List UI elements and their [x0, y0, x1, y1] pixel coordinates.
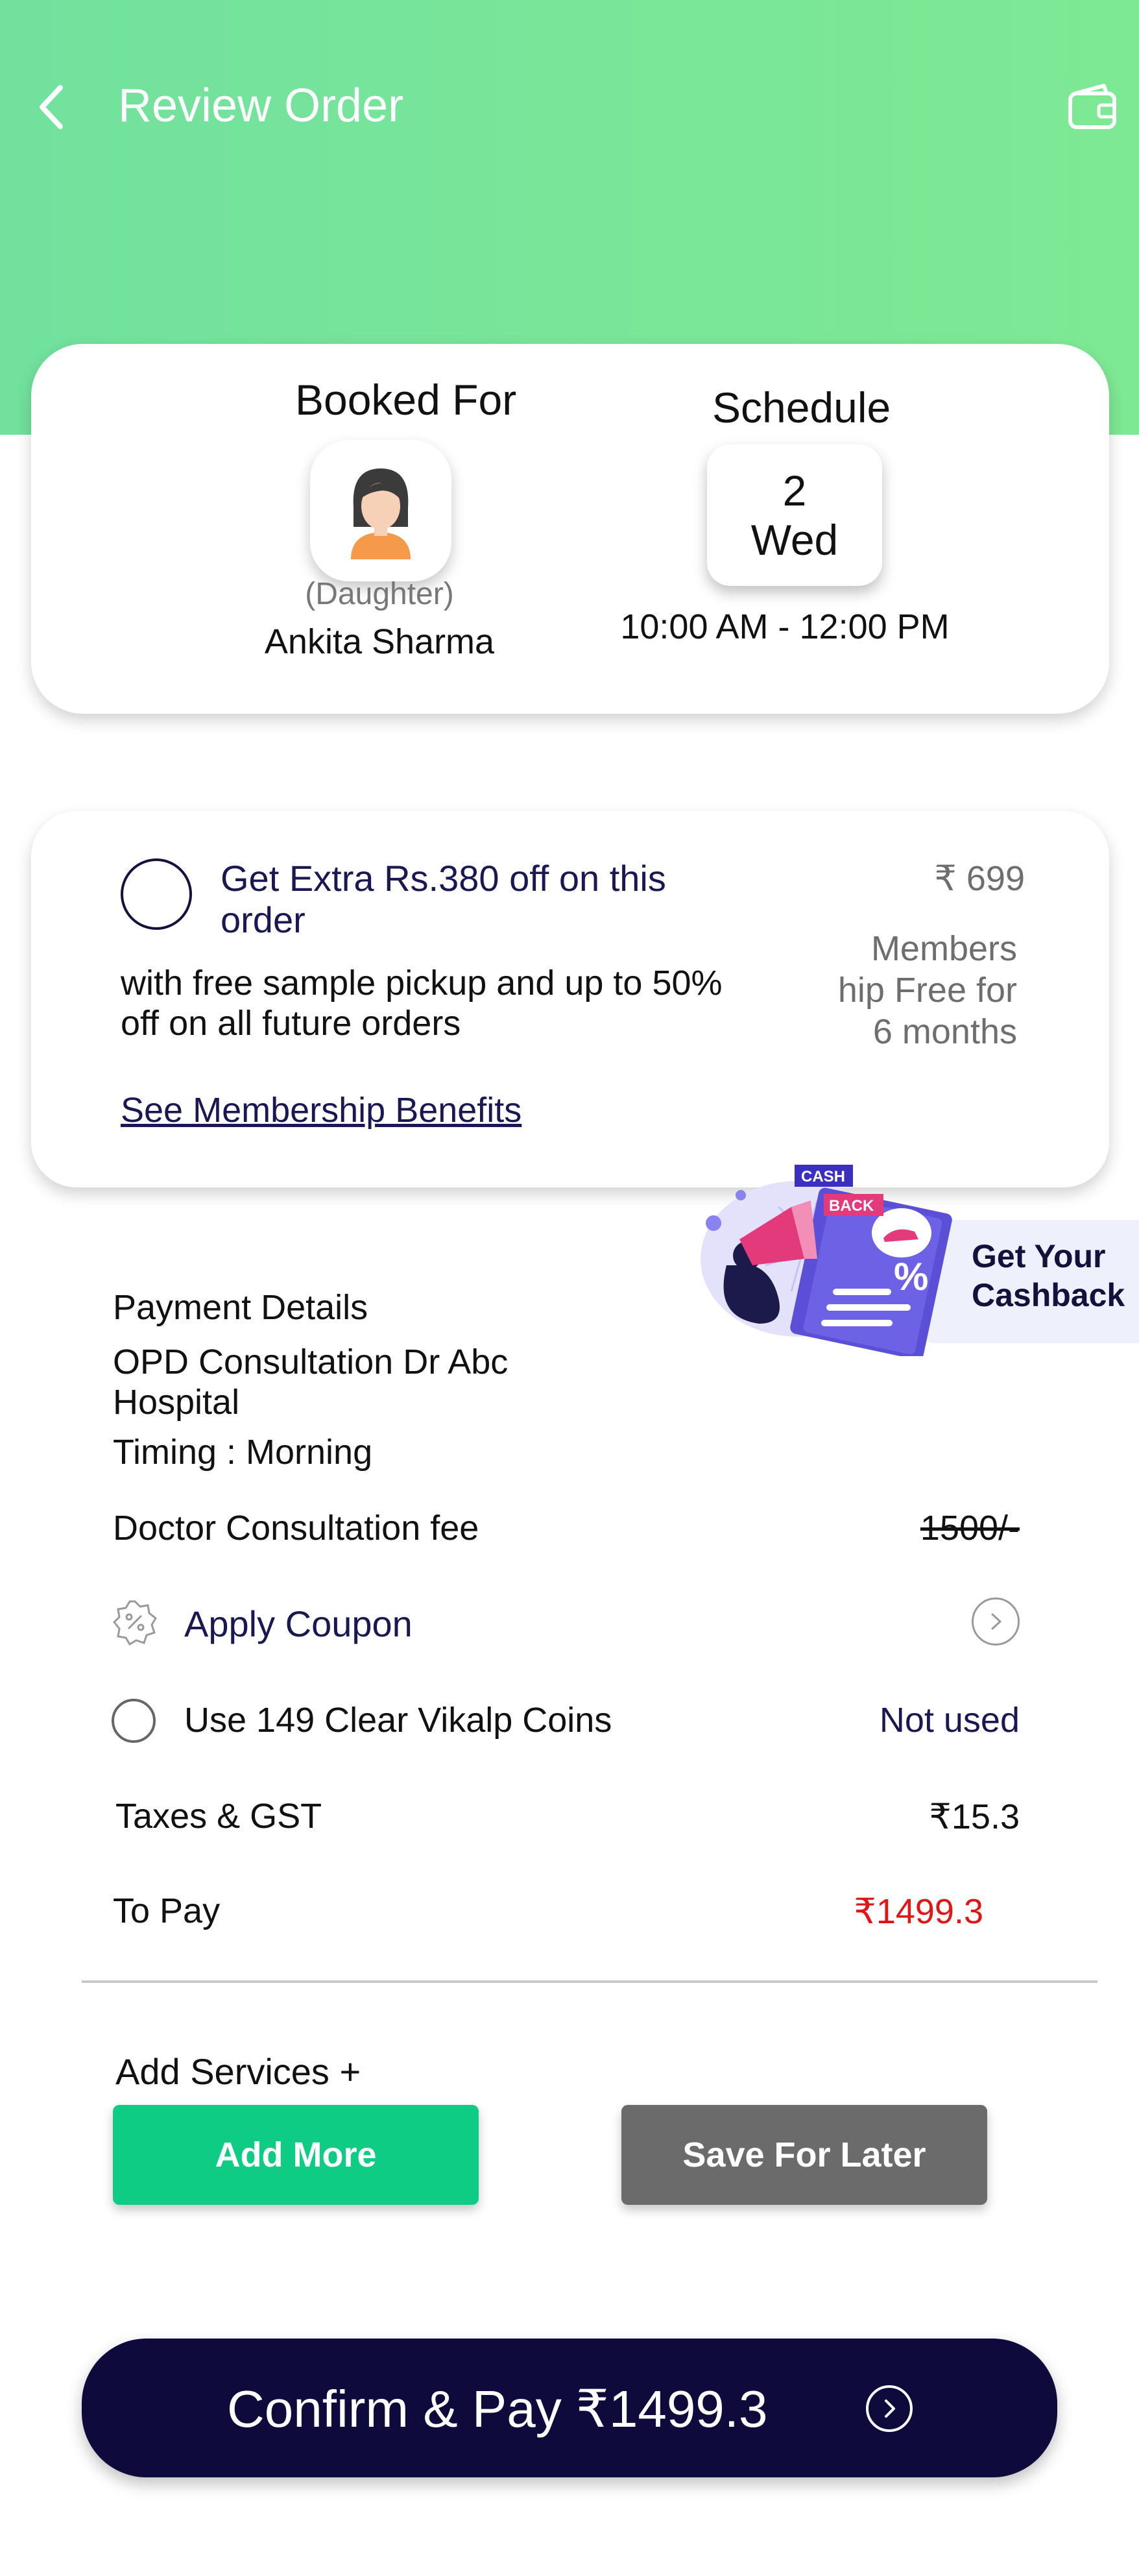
- divider: [82, 1980, 1097, 1983]
- membership-note-line: 6 months: [872, 1012, 1017, 1051]
- apply-coupon-arrow-button[interactable]: [972, 1598, 1020, 1646]
- payment-details-label: Payment Details: [113, 1288, 368, 1327]
- schedule-time-range: 10:00 AM - 12:00 PM: [620, 607, 950, 646]
- membership-note: Members hip Free for 6 months: [822, 928, 1017, 1052]
- membership-benefits-link[interactable]: See Membership Benefits: [121, 1090, 522, 1130]
- save-for-later-button[interactable]: Save For Later: [621, 2105, 987, 2205]
- taxes-value: ₹15.3: [929, 1797, 1020, 1836]
- patient-name: Ankita Sharma: [264, 622, 495, 661]
- cashback-text[interactable]: Get Your Cashback: [972, 1237, 1125, 1315]
- chevron-right-icon: [991, 1613, 1001, 1630]
- schedule-label: Schedule: [712, 383, 891, 431]
- cashback-line: Get Your: [972, 1238, 1106, 1274]
- confirm-arrow-icon[interactable]: [866, 2385, 913, 2432]
- apply-coupon-button[interactable]: Apply Coupon: [184, 1603, 413, 1645]
- to-pay-value: ₹1499.3: [854, 1892, 983, 1931]
- membership-radio[interactable]: [121, 858, 192, 930]
- membership-offer-description: with free sample pickup and up to 50% of…: [121, 964, 723, 1043]
- booking-card: [31, 344, 1109, 714]
- membership-offer-title: Get Extra Rs.380 off on this order: [221, 858, 666, 940]
- consultation-description: OPD Consultation Dr Abc Hospital: [113, 1343, 509, 1422]
- schedule-day: 2: [782, 467, 807, 515]
- cashback-line: Cashback: [972, 1277, 1125, 1313]
- back-button[interactable]: [26, 78, 78, 136]
- add-services-label[interactable]: Add Services +: [115, 2050, 361, 2093]
- cashback-badge-cash: CASH: [801, 1168, 845, 1185]
- membership-note-line: Members: [870, 929, 1017, 968]
- confirm-pay-label[interactable]: Confirm & Pay ₹1499.3: [227, 2379, 768, 2439]
- schedule-date-box: 2 Wed: [707, 444, 882, 586]
- coins-status: Not used: [879, 1701, 1020, 1740]
- to-pay-label: To Pay: [113, 1891, 221, 1930]
- schedule-weekday: Wed: [750, 516, 839, 564]
- wallet-icon: [1068, 84, 1116, 129]
- patient-relation: (Daughter): [305, 577, 454, 611]
- taxes-label: Taxes & GST: [115, 1797, 322, 1836]
- page-title: Review Order: [118, 80, 404, 132]
- patient-avatar: [310, 440, 451, 581]
- booked-for-label: Booked For: [295, 376, 517, 424]
- wallet-button[interactable]: [1064, 80, 1122, 135]
- chevron-right-icon: [885, 2400, 895, 2418]
- membership-note-line: hip Free for: [837, 971, 1017, 1010]
- add-more-button[interactable]: Add More: [113, 2105, 479, 2205]
- consultation-fee-label: Doctor Consultation fee: [113, 1509, 479, 1548]
- use-coins-radio[interactable]: [112, 1699, 156, 1743]
- cashback-badge-back: BACK: [829, 1197, 874, 1215]
- consultation-fee-value: 1500/-: [920, 1509, 1020, 1548]
- membership-price: ₹ 699: [934, 859, 1025, 898]
- use-coins-label[interactable]: Use 149 Clear Vikalp Coins: [184, 1700, 612, 1740]
- chevron-left-icon: [40, 85, 63, 129]
- user-avatar-icon: [351, 468, 411, 559]
- consultation-timing: Timing : Morning: [113, 1433, 373, 1472]
- percent-icon: %: [894, 1255, 928, 1298]
- coupon-icon: [112, 1600, 157, 1646]
